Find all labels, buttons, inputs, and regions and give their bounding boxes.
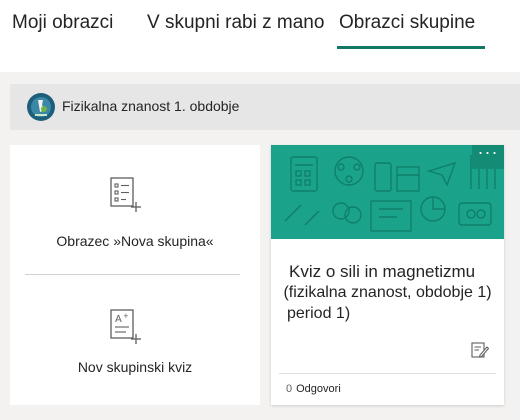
svg-text:+: + xyxy=(123,312,129,320)
tab-shared-with-me[interactable]: V skupni rabi z mano xyxy=(147,12,324,34)
form-title-line-3: period 1) xyxy=(287,305,351,322)
form-title-line-2: (fizikalna znanost, obdobje 1) xyxy=(283,284,492,301)
form-title-line-1: Kviz o sili in magnetizmu xyxy=(289,262,476,281)
tab-group-forms[interactable]: Obrazci skupine xyxy=(339,12,475,34)
responses-count: 0 xyxy=(286,383,293,395)
form-card[interactable]: ··· Kviz o sili in magnetizmu (fizikalna… xyxy=(271,145,504,405)
svg-text:A: A xyxy=(115,314,122,325)
form-add-icon xyxy=(110,177,141,212)
group-name: Fizikalna znanost 1. obdobje xyxy=(62,98,240,114)
quiz-add-icon: A + xyxy=(110,309,141,344)
more-options-button[interactable]: ··· xyxy=(472,145,504,169)
tab-bar: Moji obrazci V skupni rabi z mano Obrazc… xyxy=(0,0,520,72)
group-header: Fizikalna znanost 1. obdobje xyxy=(10,84,520,130)
school-supplies-pattern xyxy=(284,155,496,232)
edit-icon[interactable] xyxy=(471,341,489,359)
new-group-form-button[interactable]: Obrazec »Nova skupina« xyxy=(10,165,260,265)
new-group-quiz-button[interactable]: A + Nov skupinski kviz xyxy=(10,285,260,395)
responses-label: Odgovori xyxy=(296,383,341,395)
card-footer-divider xyxy=(279,373,496,374)
divider xyxy=(25,274,240,275)
form-card-banner: ··· xyxy=(271,145,504,239)
form-title: Kviz o sili in magnetizmu (fizikalna zna… xyxy=(271,261,504,324)
tab-my-forms[interactable]: Moji obrazci xyxy=(12,12,113,34)
new-actions-panel: Obrazec »Nova skupina« A + Nov skupinski… xyxy=(10,145,260,405)
microscope-icon xyxy=(27,93,55,121)
new-group-form-label: Obrazec »Nova skupina« xyxy=(56,233,214,249)
responses-info: 0 Odgovori xyxy=(286,383,341,395)
new-group-quiz-label: Nov skupinski kviz xyxy=(77,359,193,375)
active-tab-indicator xyxy=(337,46,485,49)
